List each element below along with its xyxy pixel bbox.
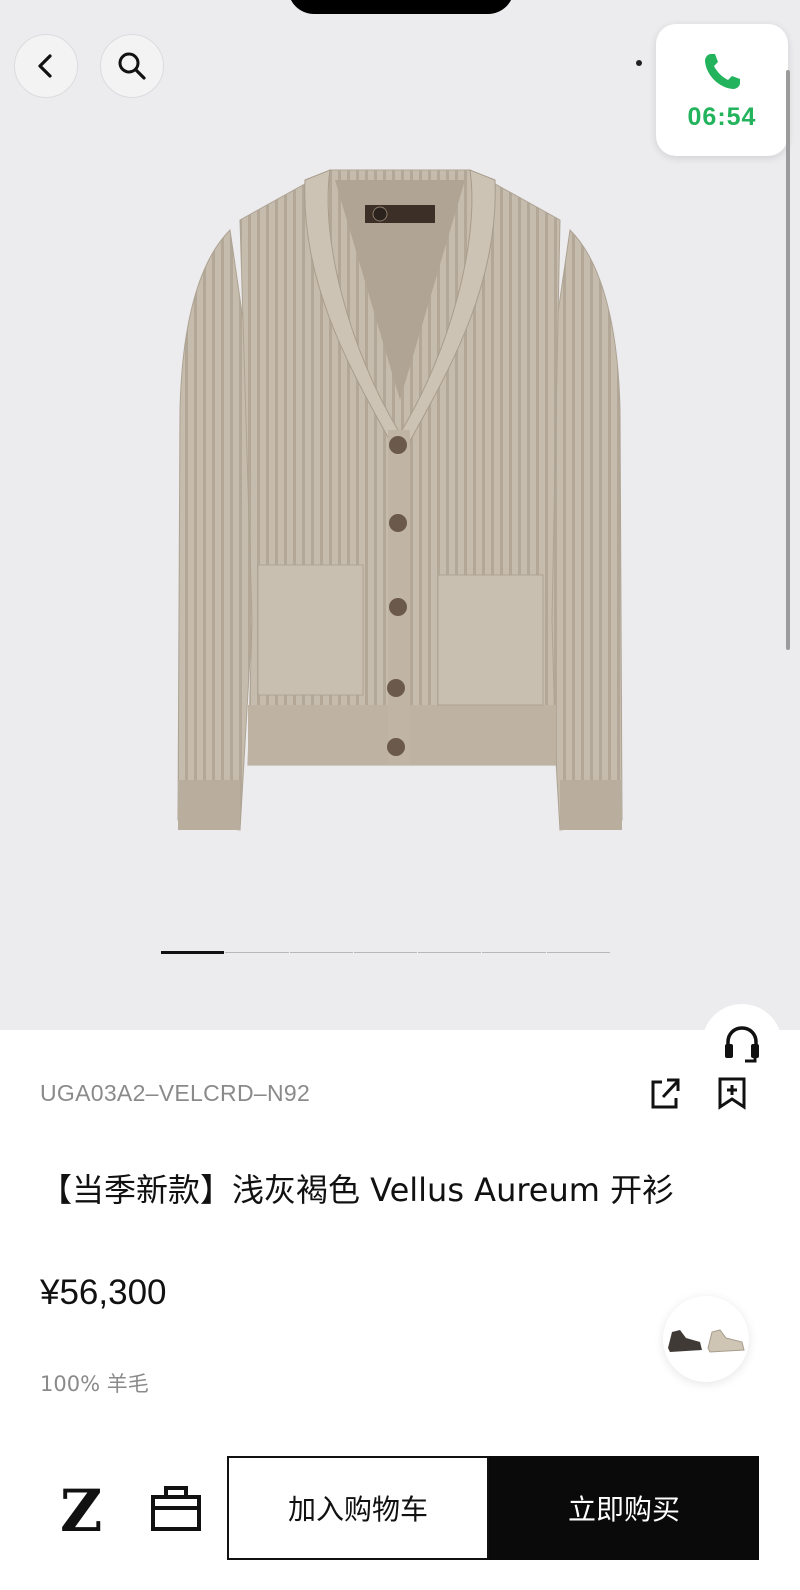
product-sku: UGA03A2–VELCRD–N92 (40, 1080, 311, 1106)
add-to-cart-button[interactable]: 加入购物车 (227, 1456, 489, 1560)
carousel-dot[interactable] (482, 952, 547, 953)
carousel-dot[interactable] (225, 952, 290, 953)
product-price: ¥56,300 (40, 1273, 167, 1312)
call-timer: 06:54 (687, 102, 757, 131)
back-button[interactable] (14, 34, 78, 98)
wishlist-button[interactable] (717, 1076, 747, 1114)
call-overlay[interactable]: 06:54 (656, 24, 788, 156)
product-material: 100% 羊毛 (40, 1372, 149, 1396)
phone-icon (705, 53, 740, 89)
chevron-left-icon (38, 54, 52, 78)
search-icon (118, 52, 146, 80)
cart-button[interactable] (150, 1484, 202, 1536)
bookmark-add-icon (718, 1077, 746, 1110)
carousel-dot[interactable] (353, 952, 419, 953)
shoes-thumbnail-icon (668, 1329, 745, 1353)
status-notch (288, 0, 514, 14)
beige-cardigan-image[interactable] (170, 150, 630, 850)
related-products-button[interactable] (663, 1296, 749, 1382)
image-carousel-indicator[interactable] (161, 951, 611, 954)
share-button[interactable] (650, 1076, 680, 1114)
shopping-bag-icon (151, 1486, 201, 1531)
carousel-dot[interactable] (546, 952, 611, 953)
buy-now-button[interactable]: 立即购买 (489, 1456, 759, 1560)
menu-dot (636, 60, 642, 66)
carousel-dot[interactable] (161, 951, 226, 954)
product-title: 【当季新款】浅灰褐色 Vellus Aureum 开衫 (40, 1171, 675, 1209)
search-button[interactable] (100, 34, 164, 98)
scrollbar[interactable] (786, 70, 790, 650)
carousel-dot[interactable] (289, 952, 354, 953)
brand-logo[interactable]: Z (60, 1480, 102, 1542)
carousel-dot[interactable] (418, 952, 483, 953)
headset-icon (725, 1026, 759, 1063)
customer-service-button[interactable] (702, 1004, 782, 1084)
product-image-area[interactable]: 06:54 (0, 0, 800, 1030)
share-icon (651, 1078, 680, 1109)
